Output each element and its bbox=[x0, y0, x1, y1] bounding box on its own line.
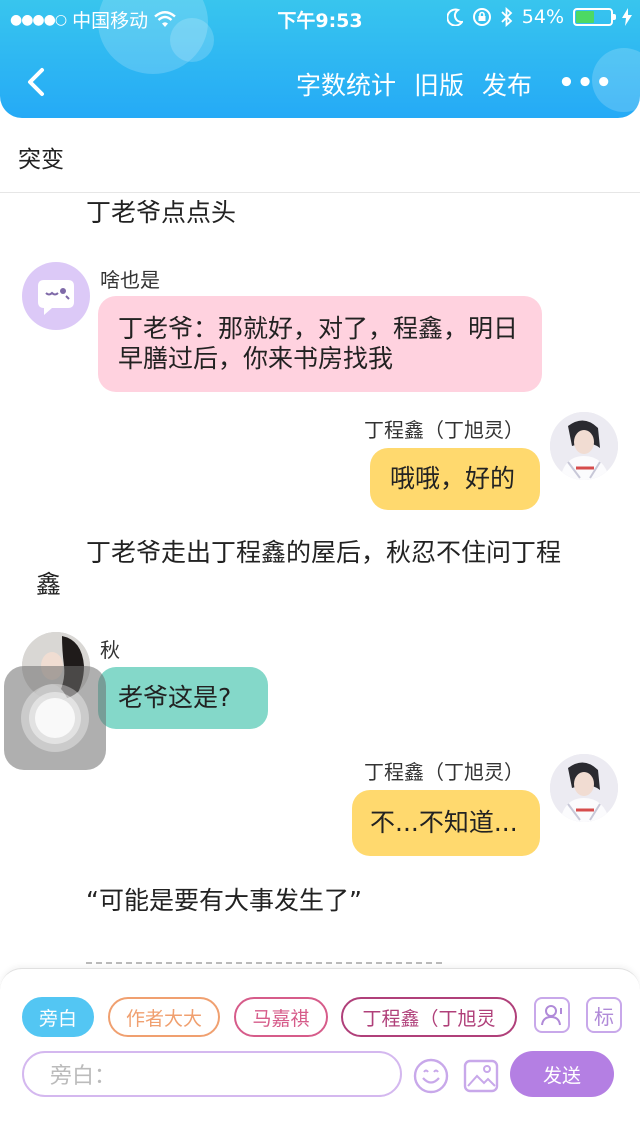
sender-name: 丁程鑫（丁旭灵） bbox=[364, 760, 524, 784]
back-button[interactable] bbox=[22, 62, 52, 102]
app-header: ●●●●○ 中国移动 下午9:53 54% 字数统计 旧版 发布 ••• bbox=[0, 0, 640, 118]
avatar[interactable] bbox=[22, 262, 90, 330]
sender-name: 秋 bbox=[100, 638, 120, 662]
role-chip-narration[interactable]: 旁白 bbox=[22, 997, 94, 1037]
person-icon bbox=[541, 1005, 562, 1026]
message-input[interactable]: 旁白： bbox=[22, 1051, 402, 1097]
chevron-left-icon bbox=[28, 68, 44, 96]
role-manage-icon[interactable] bbox=[534, 997, 570, 1033]
battery-fill bbox=[576, 11, 595, 23]
sender-name: 啥也是 bbox=[100, 268, 160, 292]
moon-icon bbox=[446, 8, 463, 26]
input-placeholder: 旁白： bbox=[50, 1064, 117, 1089]
narration-text: 丁老爷点点头 bbox=[86, 198, 237, 227]
assistive-ring bbox=[35, 698, 75, 738]
portrait-avatar-icon bbox=[550, 412, 618, 480]
role-chip-character[interactable]: 丁程鑫（丁旭灵 bbox=[341, 997, 517, 1037]
old-version-button[interactable]: 旧版 bbox=[414, 66, 464, 102]
chat-bubble[interactable]: 老爷这是? bbox=[98, 667, 268, 729]
emoji-icon[interactable] bbox=[412, 1057, 450, 1095]
app-root: ●●●●○ 中国移动 下午9:53 54% 字数统计 旧版 发布 ••• 突变 … bbox=[0, 0, 640, 1139]
send-button[interactable]: 发送 bbox=[510, 1051, 614, 1097]
avatar[interactable] bbox=[550, 754, 618, 822]
role-chip-author[interactable]: 作者大大 bbox=[108, 997, 220, 1037]
chapter-title: 突变 bbox=[18, 147, 64, 173]
chat-bubble[interactable]: 丁老爷：那就好，对了，程鑫，明日早膳过后，你来书房找我 bbox=[98, 296, 542, 392]
portrait-avatar-icon bbox=[550, 754, 618, 822]
charging-icon bbox=[622, 8, 632, 26]
chat-bubble-avatar-icon bbox=[38, 280, 74, 315]
status-bar: ●●●●○ 中国移动 下午9:53 54% bbox=[0, 0, 640, 36]
bluetooth-icon bbox=[501, 7, 513, 27]
publish-button[interactable]: 发布 bbox=[482, 66, 532, 102]
tag-button[interactable]: 标 bbox=[586, 997, 622, 1033]
assistive-touch-button[interactable] bbox=[4, 666, 106, 770]
narration-text: “可能是要有大事发生了” bbox=[86, 886, 362, 915]
more-button[interactable]: ••• bbox=[558, 68, 614, 98]
sender-name: 丁程鑫（丁旭灵） bbox=[364, 418, 524, 442]
chat-bubble[interactable]: 哦哦，好的 bbox=[370, 448, 540, 510]
divider bbox=[86, 962, 442, 964]
chat-bubble[interactable]: 不...不知道... bbox=[352, 790, 540, 856]
narration-text: 丁老爷走出丁程鑫的屋后，秋忍不住问丁程 bbox=[86, 538, 562, 567]
battery-percent: 54% bbox=[521, 6, 564, 28]
rotation-lock-icon bbox=[472, 8, 491, 26]
composer-panel: 旁白 作者大大 马嘉祺 丁程鑫（丁旭灵 标 旁白： 发送 bbox=[0, 968, 640, 1139]
header-menu: 字数统计 旧版 发布 bbox=[296, 66, 532, 102]
chapter-title-bar[interactable]: 突变 bbox=[0, 118, 640, 193]
role-chip-character[interactable]: 马嘉祺 bbox=[234, 997, 328, 1037]
image-icon[interactable] bbox=[462, 1057, 500, 1095]
word-count-button[interactable]: 字数统计 bbox=[296, 66, 396, 102]
avatar[interactable] bbox=[550, 412, 618, 480]
battery-icon bbox=[573, 8, 616, 26]
narration-text: 鑫 bbox=[36, 570, 62, 599]
